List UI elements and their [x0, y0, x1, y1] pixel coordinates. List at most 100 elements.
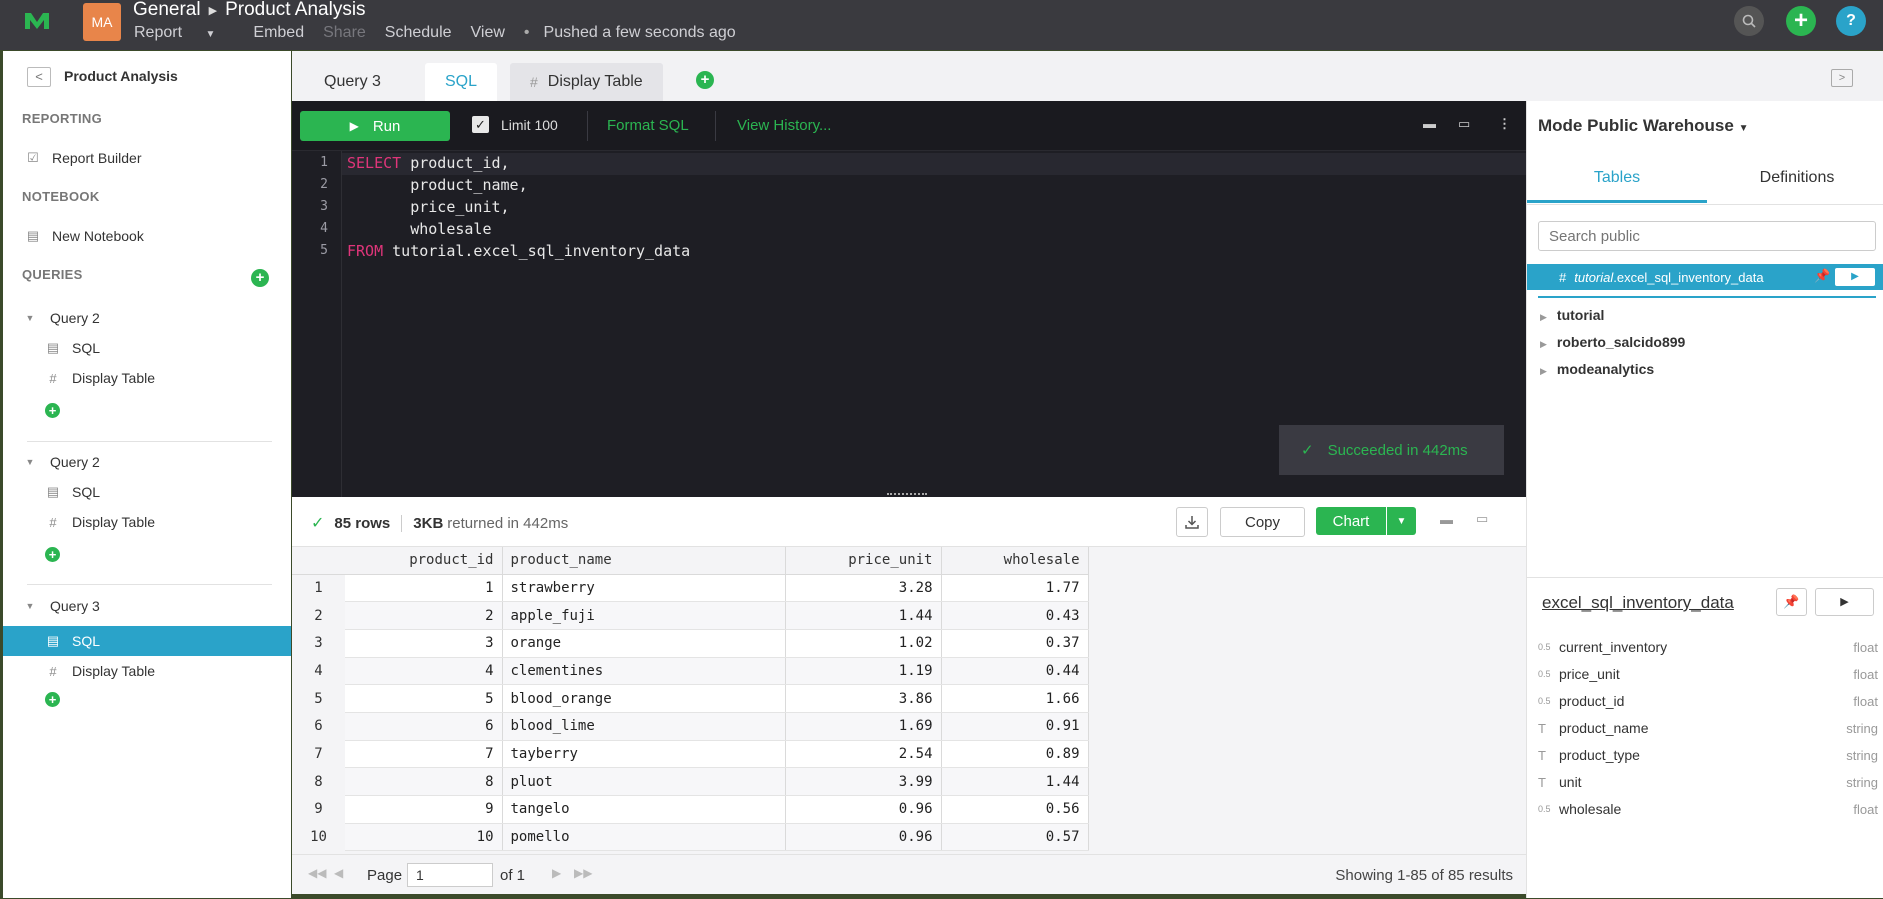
column-header[interactable]: price_unit	[785, 547, 942, 575]
add-tab-button[interactable]: +	[696, 71, 714, 89]
cell[interactable]: apple_fuji	[502, 601, 786, 630]
cell[interactable]: 0.43	[941, 601, 1089, 630]
pin-icon[interactable]: 📌	[1814, 268, 1830, 284]
new-plus-icon[interactable]: +	[1786, 6, 1816, 36]
cell[interactable]: 7	[345, 740, 503, 769]
cell[interactable]: 1.69	[785, 712, 942, 741]
pin-icon[interactable]: 📌	[1776, 588, 1807, 616]
tab-query-name[interactable]: Query 3	[304, 63, 401, 101]
cell[interactable]: 5	[345, 684, 503, 713]
cell[interactable]: 4	[345, 657, 503, 686]
play-icon[interactable]: ▶	[1815, 588, 1874, 616]
next-page-icon[interactable]: ▶	[552, 866, 561, 880]
prev-page-icon[interactable]: ◀	[334, 866, 343, 880]
cell[interactable]: 2	[345, 601, 503, 630]
cell[interactable]: strawberry	[502, 574, 786, 603]
maximize-icon[interactable]: ▭	[1458, 116, 1470, 132]
column-item[interactable]: Tproduct_type string	[1538, 744, 1878, 766]
sidebar-item-report-builder[interactable]: ☑ Report Builder	[3, 143, 291, 173]
chart-dropdown-icon[interactable]: ▼	[1387, 507, 1416, 535]
minimize-icon[interactable]: ▬	[1440, 512, 1453, 527]
mode-logo-icon[interactable]	[22, 9, 52, 33]
column-header[interactable]: product_id	[345, 547, 503, 575]
cell[interactable]: 9	[345, 795, 503, 824]
sidebar-item-display-table[interactable]: # Display Table	[3, 656, 291, 686]
cell[interactable]: 0.96	[785, 795, 942, 824]
column-item[interactable]: 0.5 price_unit float	[1538, 663, 1878, 685]
schema-item-modeanalytics[interactable]: ▶ modeanalytics	[1540, 361, 1654, 377]
cell[interactable]: 0.37	[941, 629, 1089, 658]
cell[interactable]: 1.19	[785, 657, 942, 686]
cell[interactable]: 0.89	[941, 740, 1089, 769]
run-preview-button[interactable]: ▶	[1835, 268, 1875, 286]
avatar[interactable]: MA	[83, 3, 121, 41]
column-item[interactable]: 0.5 current_inventory float	[1538, 636, 1878, 658]
table-detail-title[interactable]: excel_sql_inventory_data	[1542, 593, 1734, 613]
breadcrumb-report[interactable]: Product Analysis	[225, 0, 365, 21]
cell[interactable]: 1	[345, 574, 503, 603]
breadcrumb-space[interactable]: General	[133, 0, 201, 21]
pinned-table-row[interactable]: # tutorial .excel_sql_inventory_data 📌 ▶	[1527, 264, 1883, 290]
cell[interactable]: 1.02	[785, 629, 942, 658]
collapse-sidebar-icon[interactable]: <	[27, 67, 51, 87]
warehouse-selector[interactable]: Mode Public Warehouse ▼	[1538, 116, 1748, 136]
cell[interactable]: 1.77	[941, 574, 1089, 603]
cell[interactable]: 1.44	[941, 767, 1089, 796]
run-button[interactable]: ▶ Run	[300, 111, 450, 141]
sidebar-query-group[interactable]: ▼ Query 2	[3, 303, 291, 333]
cell[interactable]: blood_lime	[502, 712, 786, 741]
schema-item-tutorial[interactable]: ▶ tutorial	[1540, 307, 1604, 323]
column-header[interactable]: product_name	[502, 547, 786, 575]
search-input[interactable]	[1538, 221, 1876, 251]
cell[interactable]: 10	[345, 823, 503, 852]
column-header[interactable]: wholesale	[941, 547, 1089, 575]
column-item[interactable]: Tunit string	[1538, 771, 1878, 793]
cell[interactable]: 1.66	[941, 684, 1089, 713]
cell[interactable]: pluot	[502, 767, 786, 796]
minimize-icon[interactable]: ▬	[1423, 116, 1436, 131]
schema-item-roberto[interactable]: ▶ roberto_salcido899	[1540, 334, 1685, 350]
more-options-icon[interactable]: ⋮	[1498, 116, 1511, 132]
tab-tables[interactable]: Tables	[1527, 153, 1707, 203]
cell[interactable]: orange	[502, 629, 786, 658]
cell[interactable]: 2.54	[785, 740, 942, 769]
cell[interactable]: pomello	[502, 823, 786, 852]
cell[interactable]: 0.56	[941, 795, 1089, 824]
tab-display-table[interactable]: # Display Table	[510, 63, 663, 101]
add-chart-button[interactable]: +	[45, 547, 60, 562]
sidebar-query-group[interactable]: ▼ Query 2	[3, 447, 291, 477]
copy-button[interactable]: Copy	[1220, 507, 1305, 537]
cell[interactable]: 3.86	[785, 684, 942, 713]
cell[interactable]: 0.57	[941, 823, 1089, 852]
view-history-button[interactable]: View History...	[737, 117, 831, 134]
cell[interactable]: 6	[345, 712, 503, 741]
last-page-icon[interactable]: ▶▶	[574, 866, 592, 880]
cell[interactable]: 3.28	[785, 574, 942, 603]
sidebar-query-group[interactable]: ▼ Query 3	[3, 591, 291, 621]
search-icon[interactable]	[1734, 6, 1764, 36]
cell[interactable]: 0.96	[785, 823, 942, 852]
sidebar-item-display-table[interactable]: # Display Table	[3, 507, 291, 537]
add-chart-button[interactable]: +	[45, 403, 60, 418]
column-item[interactable]: 0.5 product_id float	[1538, 690, 1878, 712]
cell[interactable]: blood_orange	[502, 684, 786, 713]
limit-checkbox[interactable]: ✓ Limit 100	[472, 116, 558, 133]
schedule-button[interactable]: Schedule	[385, 24, 452, 42]
report-menu-button[interactable]: Report ▼	[134, 24, 234, 42]
cell[interactable]: 3.99	[785, 767, 942, 796]
cell[interactable]: 8	[345, 767, 503, 796]
add-query-button[interactable]: +	[251, 269, 269, 287]
cell[interactable]: tayberry	[502, 740, 786, 769]
tab-definitions[interactable]: Definitions	[1707, 153, 1883, 203]
sidebar-item-display-table[interactable]: # Display Table	[3, 363, 291, 393]
maximize-icon[interactable]: ▭	[1476, 511, 1488, 527]
collapse-right-panel-icon[interactable]: >	[1831, 69, 1853, 87]
add-chart-button[interactable]: +	[45, 692, 60, 707]
first-page-icon[interactable]: ◀◀	[308, 866, 326, 880]
cell[interactable]: 3	[345, 629, 503, 658]
sidebar-item-sql[interactable]: ▤ SQL	[3, 477, 291, 507]
sidebar-item-new-notebook[interactable]: ▤ New Notebook	[3, 221, 291, 251]
sidebar-item-sql[interactable]: ▤ SQL	[3, 333, 291, 363]
download-icon[interactable]	[1176, 507, 1208, 537]
cell[interactable]: tangelo	[502, 795, 786, 824]
